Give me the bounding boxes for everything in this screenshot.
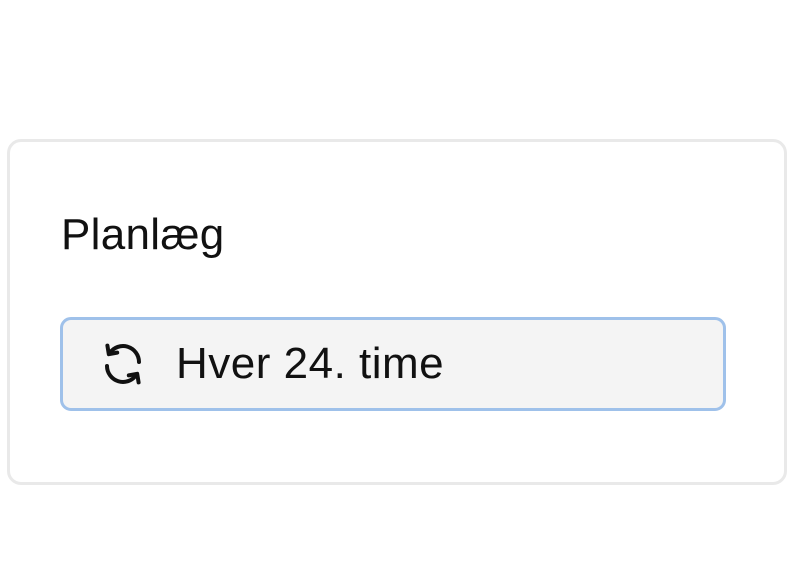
schedule-card: Planlæg Hver 24. time (7, 139, 787, 485)
schedule-title: Planlæg (61, 210, 225, 259)
schedule-frequency-value: Hver 24. time (176, 339, 445, 388)
refresh-icon (98, 339, 148, 389)
schedule-frequency-select[interactable]: Hver 24. time (60, 317, 726, 411)
